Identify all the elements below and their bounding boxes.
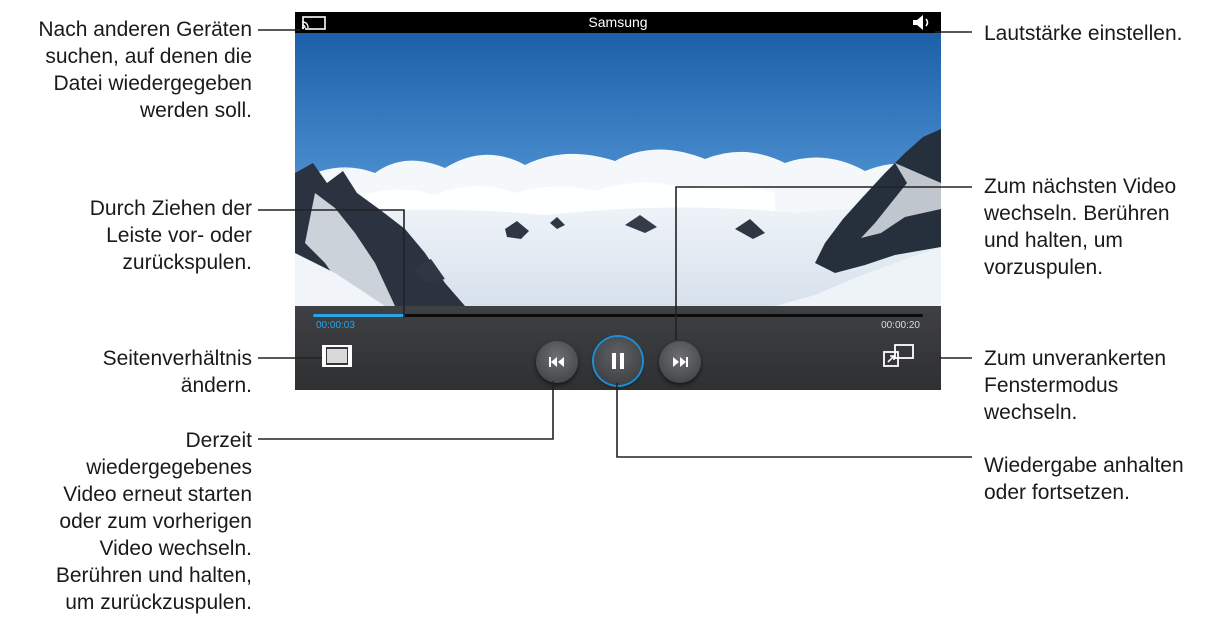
leader-line-previous (258, 381, 554, 440)
leader-line-scrub (258, 209, 405, 318)
leader-line-next (675, 186, 972, 340)
leader-line-pause (616, 383, 972, 458)
callout-leader-lines (258, 29, 972, 458)
